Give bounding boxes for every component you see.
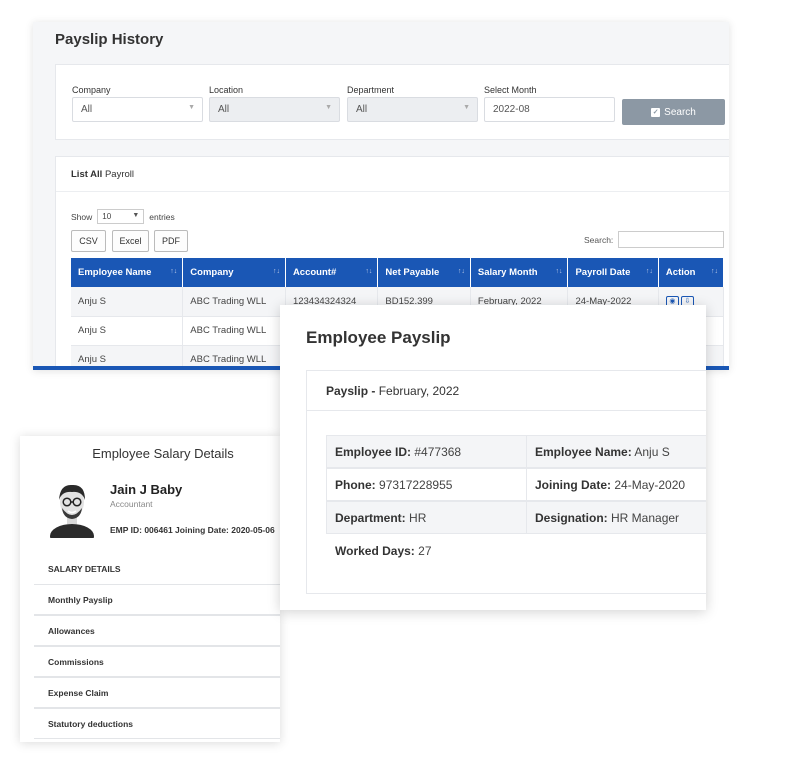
payslip-subheading-bold: Payslip - <box>326 384 376 398</box>
excel-button[interactable]: Excel <box>112 230 149 252</box>
chevron-down-icon: ▼ <box>325 104 332 111</box>
company-label: Company <box>72 85 111 95</box>
month-input-value: 2022-08 <box>493 104 530 115</box>
sort-icon: ↑↓ <box>555 268 563 275</box>
check-square-icon: ✓ <box>651 107 661 117</box>
employee-meta: EMP ID: 006461 Joining Date: 2020-05-06 <box>110 525 275 535</box>
employee-role: Accountant <box>110 499 153 509</box>
chevron-down-icon: ▼ <box>463 104 470 111</box>
entries-label: entries <box>149 211 175 222</box>
location-select[interactable]: All ▼ <box>209 97 340 122</box>
table-cell: ABC Trading WLL <box>182 287 286 317</box>
department-field: Department: HR <box>326 501 527 534</box>
sort-icon: ↑↓ <box>272 268 280 275</box>
employee-name: Jain J Baby <box>110 482 183 497</box>
chevron-down-icon: ▼ <box>132 212 140 219</box>
table-cell: Anju S <box>71 287 184 317</box>
designation-field: Designation: HR Manager <box>526 501 706 534</box>
menu-item-allowances[interactable]: Allowances <box>34 615 280 646</box>
list-heading-rest: Payroll <box>104 169 135 180</box>
payslip-subheading-month: February, 2022 <box>378 384 460 398</box>
sort-icon: ↑↓ <box>365 268 373 275</box>
avatar <box>50 484 94 538</box>
menu-item-expense-claim[interactable]: Expense Claim <box>34 677 280 708</box>
sort-icon: ↑↓ <box>711 268 718 275</box>
table-header-row: Employee Name ↑↓ Company ↑↓ Account# ↑↓ Net… <box>71 258 725 287</box>
worked-days-field: Worked Days: 27 <box>335 544 432 558</box>
filter-card: Company All ▼ Location All ▼ Department … <box>55 64 729 140</box>
csv-button[interactable]: CSV <box>71 230 106 252</box>
salary-details-title: Employee Salary Details <box>92 446 234 461</box>
column-header[interactable]: Net Payable ↑↓ <box>377 258 471 287</box>
payslip-title: Employee Payslip <box>306 328 451 347</box>
entries-control: Show 10 ▼ entries <box>71 209 175 224</box>
table-search-label: Search: <box>584 235 614 245</box>
column-header[interactable]: Salary Month ↑↓ <box>470 258 569 287</box>
month-input[interactable]: 2022-08 <box>484 97 615 122</box>
column-header[interactable]: Payroll Date ↑↓ <box>567 258 659 287</box>
payslip-body: Payslip - February, 2022 Employee ID: #4… <box>306 370 706 594</box>
department-label: Department <box>347 85 395 95</box>
salary-details-card: Employee Salary Details Jain J Baby Acco… <box>20 436 280 742</box>
table-search-input[interactable] <box>618 231 724 248</box>
page-title: Payslip History <box>55 31 164 48</box>
location-select-value: All <box>218 104 230 115</box>
sort-icon: ↑↓ <box>457 268 465 275</box>
employee-id-field: Employee ID: #477368 <box>326 435 527 468</box>
month-label: Select Month <box>484 85 537 95</box>
column-header[interactable]: Employee Name ↑↓ <box>71 258 184 287</box>
salary-section-label: SALARY DETAILS <box>48 564 121 574</box>
menu-item-monthly-payslip[interactable]: Monthly Payslip <box>34 584 280 615</box>
payslip-subheading: Payslip - February, 2022 <box>307 371 706 411</box>
department-select[interactable]: All ▼ <box>347 97 478 122</box>
location-label: Location <box>209 85 244 95</box>
employee-payslip-card: Employee Payslip Payslip - February, 202… <box>280 305 706 610</box>
joining-date-field: Joining Date: 24-May-2020 <box>526 468 706 501</box>
menu-item-commissions[interactable]: Commissions <box>34 646 280 677</box>
search-button-label: Search <box>664 106 696 118</box>
company-select[interactable]: All ▼ <box>72 97 203 122</box>
company-select-value: All <box>81 104 93 115</box>
show-label: Show <box>71 211 93 222</box>
pdf-button[interactable]: PDF <box>154 230 188 252</box>
employee-name-field: Employee Name: Anju S <box>526 435 706 468</box>
list-heading: List All Payroll <box>56 157 729 192</box>
search-button[interactable]: ✓ Search <box>622 99 725 125</box>
table-cell: ABC Trading WLL <box>182 316 286 346</box>
sort-icon: ↑↓ <box>645 268 653 275</box>
column-header[interactable]: Action ↑↓ <box>658 258 725 287</box>
menu-item-statutory-deductions[interactable]: Statutory deductions <box>34 708 280 739</box>
entries-select-value: 10 <box>102 212 112 221</box>
chevron-down-icon: ▼ <box>188 104 195 111</box>
department-select-value: All <box>356 104 368 115</box>
table-cell: Anju S <box>71 316 184 346</box>
column-header[interactable]: Account# ↑↓ <box>285 258 379 287</box>
entries-select[interactable]: 10 ▼ <box>97 209 145 224</box>
list-heading-bold: List All <box>71 169 103 180</box>
phone-field: Phone: 97317228955 <box>326 468 527 501</box>
sort-icon: ↑↓ <box>170 268 178 275</box>
column-header[interactable]: Company ↑↓ <box>182 258 286 287</box>
